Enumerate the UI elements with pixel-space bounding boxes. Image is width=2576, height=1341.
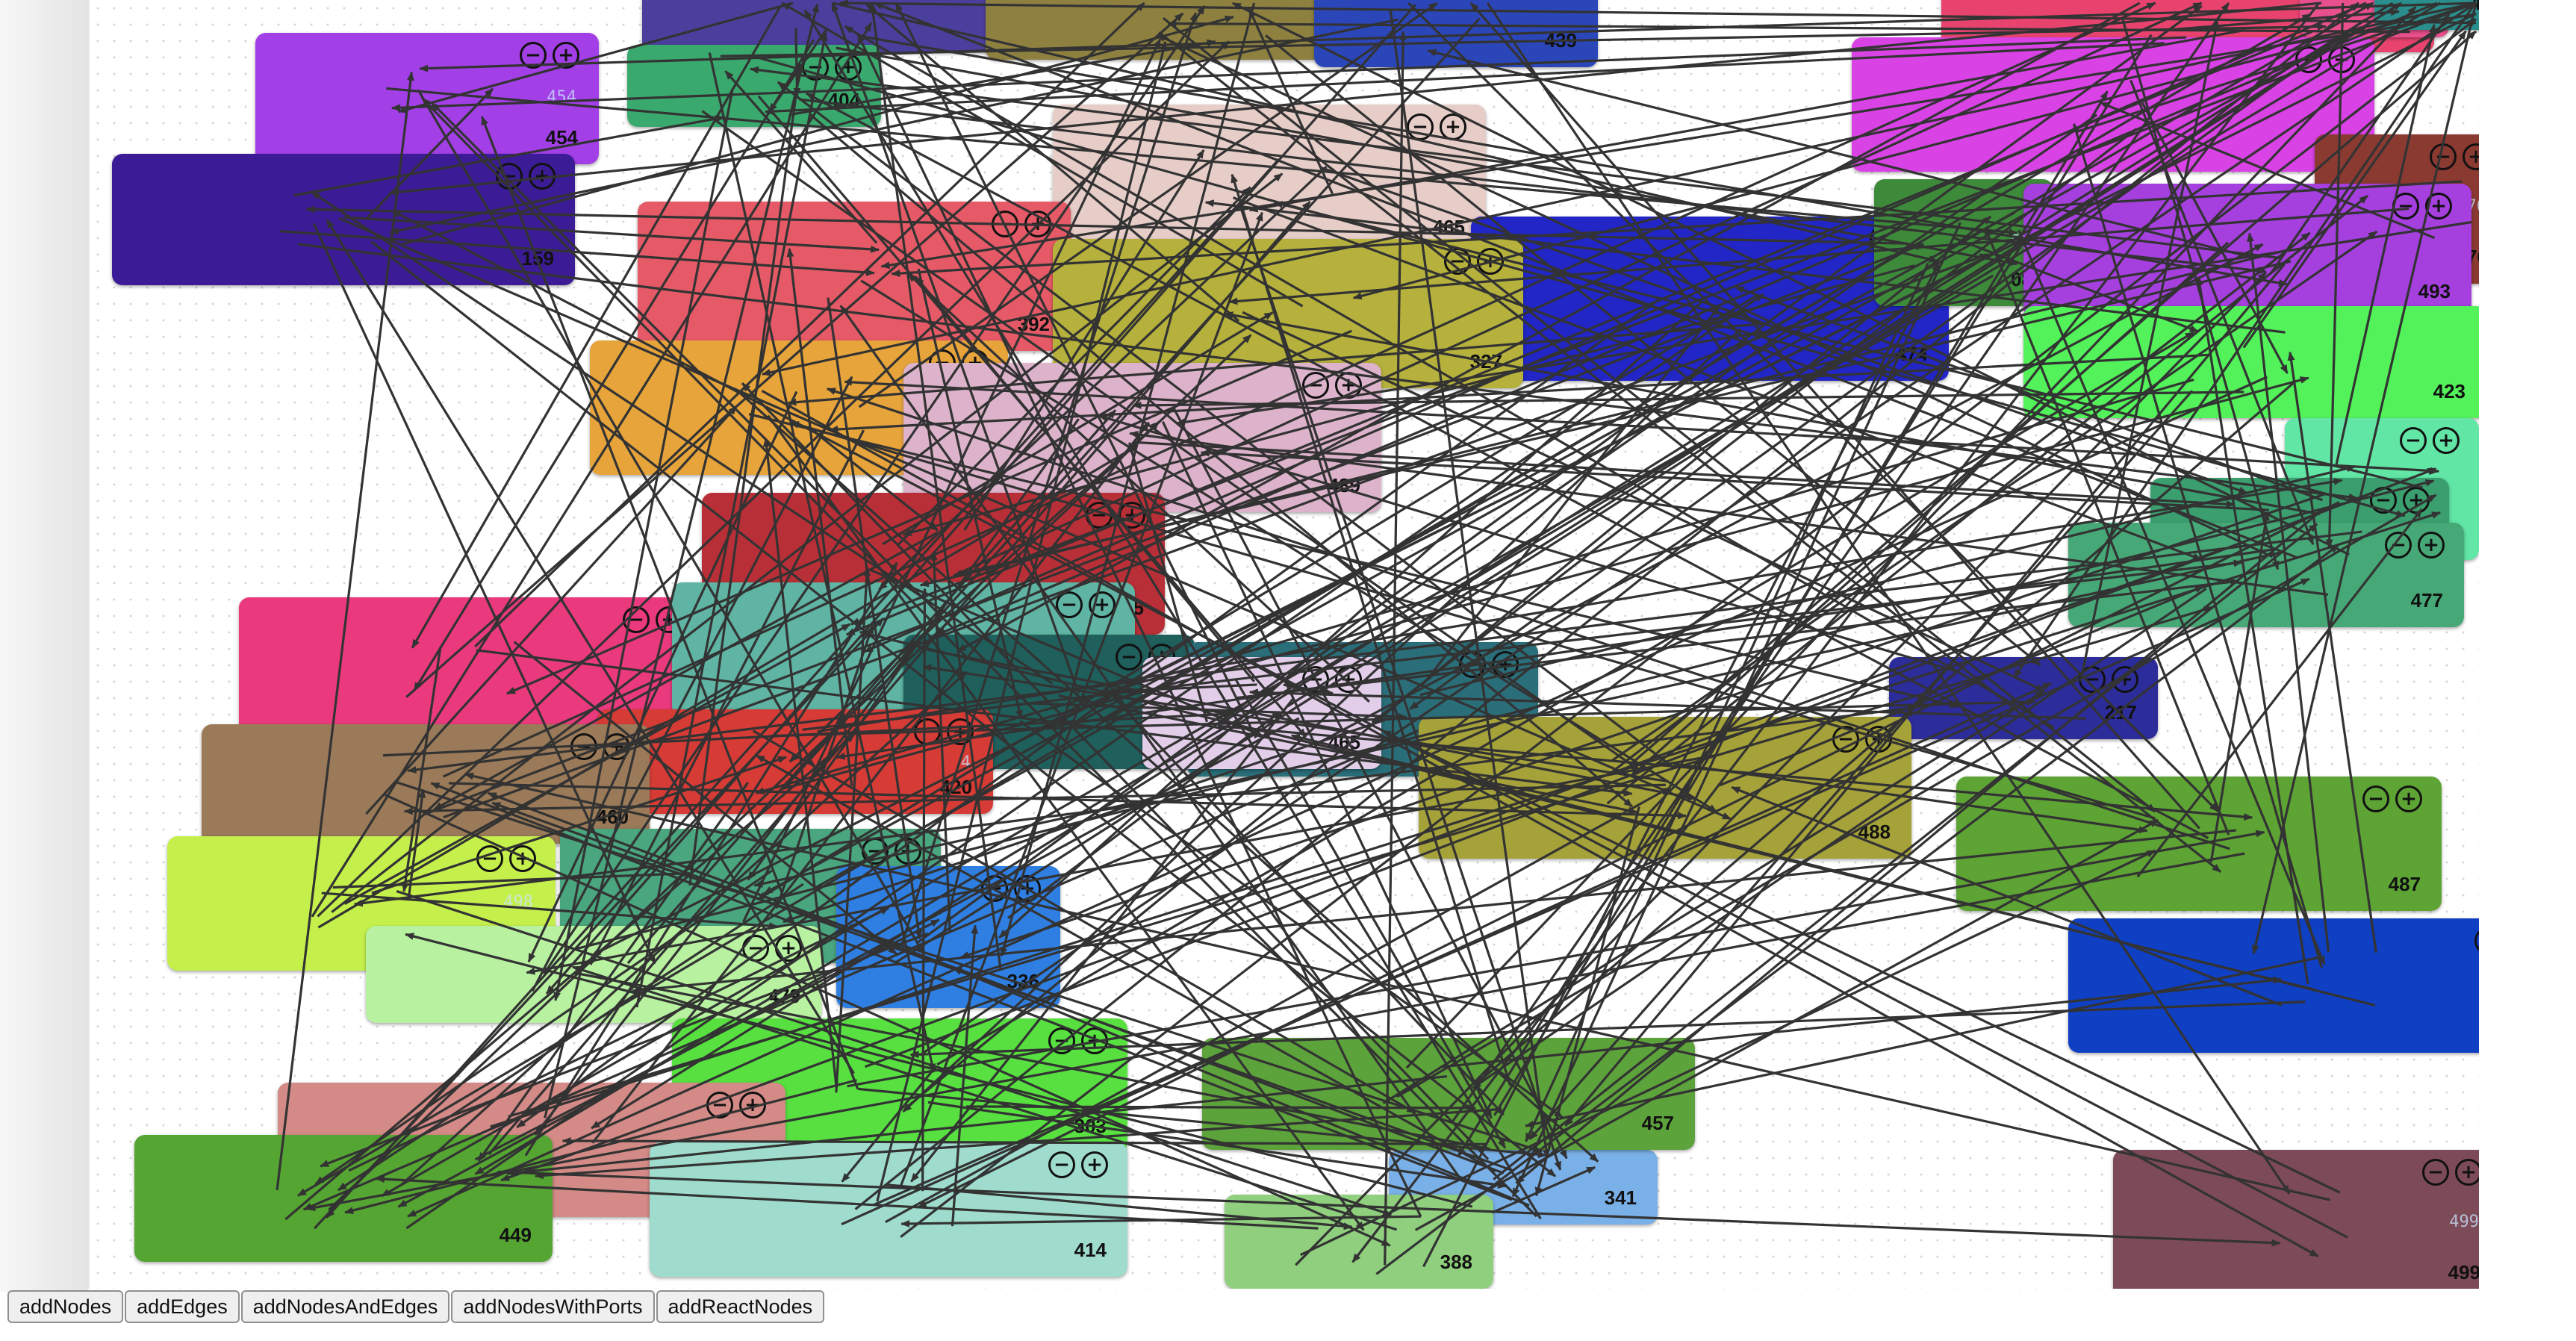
left-gutter [0,0,88,1292]
graph-edge[interactable] [405,12,1184,698]
graph-edge[interactable] [497,1170,2281,1247]
graph-edge[interactable] [419,1,2477,72]
graph-edge[interactable] [317,40,1230,918]
graph-edge[interactable] [534,645,915,1136]
graph-edge[interactable] [688,63,803,886]
graph-edge[interactable] [1735,286,2323,502]
graph-edge[interactable] [635,31,828,1008]
graph-edge[interactable] [747,418,1080,881]
add-nodes-with-ports-button[interactable]: addNodesWithPorts [451,1290,655,1323]
add-nodes-button[interactable]: addNodes [7,1290,124,1323]
graph-edge[interactable] [2079,20,2220,682]
graph-edge[interactable] [2287,351,2377,953]
graph-edge[interactable] [1525,956,2318,1128]
graph-edge[interactable] [545,4,1416,995]
graph-edge[interactable] [847,830,2265,1088]
graph-edge[interactable] [421,97,969,660]
graph-edge[interactable] [1472,588,2207,1089]
graph-canvas[interactable]: 43478439−+49173431−+404−+454454−+159−+48… [88,0,2479,1289]
graph-edge[interactable] [337,883,804,1192]
toolbar: addNodes addEdges addNodesAndEdges addNo… [7,1290,825,1323]
graph-edge[interactable] [343,216,880,253]
add-react-nodes-button[interactable]: addReactNodes [656,1290,825,1323]
edges-layer [276,0,2477,1275]
graph-edge[interactable] [348,906,890,1172]
graph-edge[interactable] [921,588,929,1192]
graph-edge[interactable] [1984,226,2230,836]
add-nodes-and-edges-button[interactable]: addNodesAndEdges [240,1290,450,1323]
page: 43478439−+49173431−+404−+454454−+159−+48… [0,0,2576,1341]
graph-edge[interactable] [400,670,968,1186]
graph-edge[interactable] [574,971,1491,1151]
graph-edge[interactable] [407,376,2268,1218]
graph-edge[interactable] [386,87,2018,236]
add-edges-button[interactable]: addEdges [125,1290,240,1323]
